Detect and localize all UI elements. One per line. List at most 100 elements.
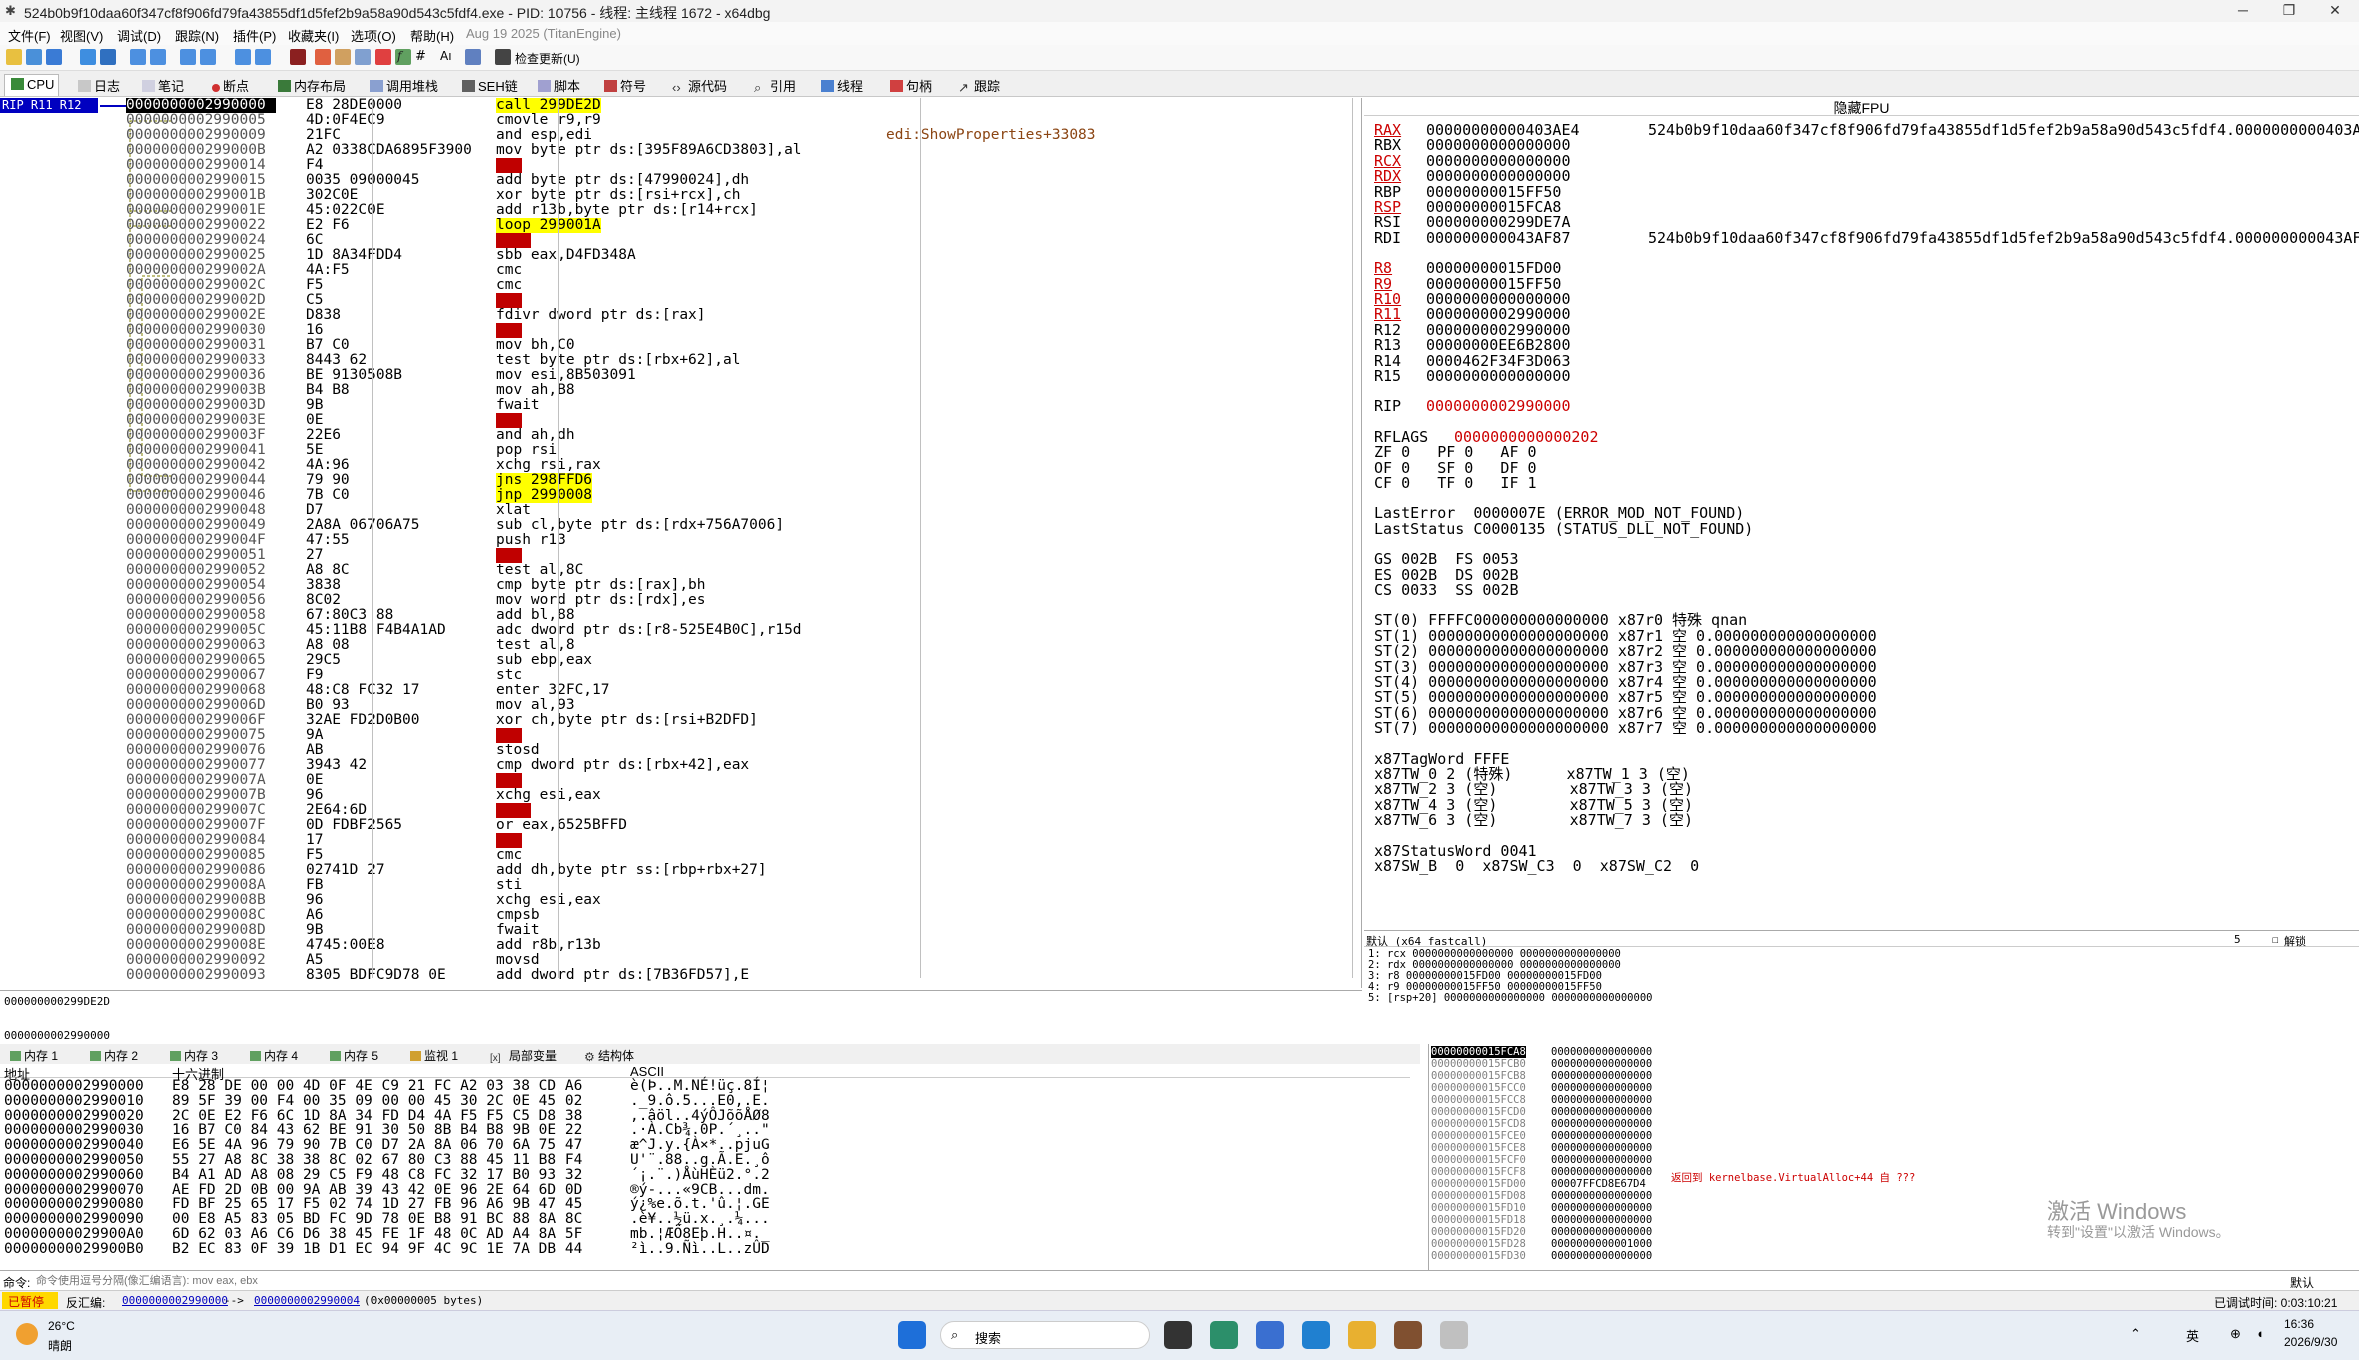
tab-handles[interactable]: 句柄 — [884, 74, 936, 96]
check-update-icon[interactable] — [495, 49, 511, 65]
explorer-icon[interactable] — [1348, 1321, 1376, 1349]
comments-icon[interactable] — [335, 49, 351, 65]
register-rsi[interactable]: RSI 000000000299DE7A — [1374, 214, 1648, 230]
input-lang[interactable]: 英 — [2186, 1326, 2199, 1345]
callconv-arg[interactable]: 5: [rsp+20] 0000000000000000 00000000000… — [1368, 993, 1652, 1004]
hide-fpu-toggle[interactable]: 隐藏FPU — [1364, 98, 2359, 116]
font-icon[interactable]: Aı — [440, 49, 456, 65]
register-r11[interactable]: R11 0000000002990000 — [1374, 306, 1648, 322]
stack-row[interactable]: 00000000015FD08 0000000000000000 — [1431, 1190, 1831, 1202]
call-convention-select[interactable]: 默认 (x64 fastcall) — [1366, 933, 1487, 949]
fpu-register[interactable]: ST(2) 00000000000000000000 x87r2 空 0.000… — [1374, 643, 1877, 659]
disassembly-view[interactable]: 0000000002990000 E8 28DE0000 call 299DE2D 0… — [126, 98, 1356, 983]
tab-seh[interactable]: SEH链 — [456, 74, 522, 96]
dump-row[interactable]: 0000000002990060 B4 A1 AD A8 08 29 C5 F9 … — [0, 1167, 1400, 1183]
check-update-button[interactable]: 检查更新(U) — [515, 50, 580, 67]
tab-call-stack[interactable]: 调用堆栈 — [364, 74, 442, 96]
register-rdi[interactable]: RDI 000000000043AF87 524b0b9f10daa60f347cf… — [1374, 230, 2359, 246]
stack-row[interactable]: 00000000015FCF0 0000000000000000 — [1431, 1154, 1831, 1166]
functions-icon[interactable]: f — [395, 49, 411, 65]
weather-icon[interactable] — [16, 1323, 38, 1345]
stack-row[interactable]: 00000000015FCC0 0000000000000000 — [1431, 1082, 1831, 1094]
tab-notes[interactable]: 笔记 — [136, 74, 188, 96]
tab-symbols[interactable]: 符号 — [598, 74, 650, 96]
tab-memory-4[interactable]: 内存 4 — [244, 1045, 302, 1063]
menu-help[interactable]: 帮助(H) — [410, 26, 454, 45]
stack-row[interactable]: 00000000015FCB0 0000000000000000 — [1431, 1058, 1831, 1070]
close-debuggee-icon[interactable] — [46, 49, 62, 65]
rip-register[interactable]: RIP 0000000002990000 — [1374, 398, 1648, 414]
app2-icon[interactable] — [1394, 1321, 1422, 1349]
register-rdx[interactable]: RDX 0000000000000000 — [1374, 168, 1648, 184]
flag-line[interactable]: CF 0 TF 0 IF 1 — [1374, 475, 1537, 491]
minimize-button[interactable]: ─ — [2220, 0, 2266, 22]
restart-icon[interactable] — [26, 49, 42, 65]
tab-struct[interactable]: ⚙ 结构体 — [578, 1045, 638, 1064]
menu-options[interactable]: 选项(O) — [351, 26, 396, 45]
tab-memory-1[interactable]: 内存 1 — [4, 1045, 62, 1063]
trace-over-icon[interactable] — [255, 49, 271, 65]
tab-memory-3[interactable]: 内存 3 — [164, 1045, 222, 1063]
tab-source[interactable]: ‹› 源代码 — [666, 74, 731, 96]
menu-file[interactable]: 文件(F) — [8, 26, 51, 45]
fpu-register[interactable]: ST(0) FFFFC000000000000000 x87r0 特殊 qnan — [1374, 612, 1747, 628]
register-r15[interactable]: R15 0000000000000000 — [1374, 368, 1648, 384]
status-link-end[interactable]: 0000000002990004 — [254, 1294, 360, 1307]
dump-row[interactable]: 00000000029900A0 6D 62 03 A6 C6 D6 38 45 … — [0, 1227, 1400, 1242]
arg-count-spinner[interactable]: 5 — [2234, 933, 2241, 946]
task-view-icon[interactable] — [1164, 1321, 1192, 1349]
close-button[interactable]: ✕ — [2312, 0, 2358, 22]
volume-icon[interactable]: ◖ — [2256, 1326, 2264, 1341]
tab-log[interactable]: 日志 — [72, 74, 124, 96]
scylla-icon[interactable] — [290, 49, 306, 65]
menu-favorites[interactable]: 收藏夹(I) — [288, 26, 339, 45]
stack-row[interactable]: 00000000015FD30 0000000000000000 — [1431, 1250, 1831, 1262]
menu-plugins[interactable]: 插件(P) — [233, 26, 276, 45]
tab-memory-5[interactable]: 内存 5 — [324, 1045, 382, 1063]
register-r13[interactable]: R13 00000000EE6B2800 — [1374, 337, 1648, 353]
fpu-register[interactable]: ST(5) 00000000000000000000 x87r5 空 0.000… — [1374, 689, 1877, 705]
app-icon[interactable] — [1256, 1321, 1284, 1349]
stack-row[interactable]: 00000000015FCE8 0000000000000000 — [1431, 1142, 1831, 1154]
status-link-start[interactable]: 0000000002990000 — [122, 1294, 228, 1307]
dump-row[interactable]: 0000000002990010 89 5F 39 00 F4 00 35 09 … — [0, 1093, 1400, 1109]
tab-trace[interactable]: ↗ 跟踪 — [952, 74, 1004, 96]
tab-references[interactable]: ⌕ 引用 — [748, 74, 800, 96]
run-to-user-icon[interactable] — [180, 49, 196, 65]
tab-cpu[interactable]: CPU — [4, 74, 60, 96]
register-rbx[interactable]: RBX 0000000000000000 — [1374, 137, 1648, 153]
stack-row[interactable]: 00000000015FCE0 0000000000000000 — [1431, 1130, 1831, 1142]
tab-memory-map[interactable]: 内存布局 — [272, 74, 350, 96]
tray-chevron-icon[interactable]: ⌃ — [2130, 1326, 2141, 1342]
stack-row[interactable]: 00000000015FCC8 0000000000000000 — [1431, 1094, 1831, 1106]
step-into-icon[interactable] — [130, 49, 146, 65]
step-over-icon[interactable] — [150, 49, 166, 65]
menu-debug[interactable]: 调试(D) — [117, 26, 161, 45]
hash-icon[interactable]: # — [415, 49, 431, 65]
last-error[interactable]: LastError 0000007E (ERROR_MOD_NOT_FOUND) — [1374, 505, 1744, 521]
trace-into-icon[interactable] — [235, 49, 251, 65]
menu-trace[interactable]: 跟踪(N) — [175, 26, 219, 45]
segment-line[interactable]: CS 0033 SS 002B — [1374, 582, 1519, 598]
run-icon[interactable] — [80, 49, 96, 65]
bookmarks-icon[interactable] — [375, 49, 391, 65]
taskbar-search[interactable]: ⌕ 搜索 — [940, 1321, 1150, 1349]
stack-row[interactable]: 00000000015FD28 0000000000001000 — [1431, 1238, 1831, 1250]
stack-row[interactable]: 00000000015FD10 0000000000000000 — [1431, 1202, 1831, 1214]
flag-line[interactable]: ZF 0 PF 0 AF 0 — [1374, 444, 1537, 460]
dump-row[interactable]: 0000000002990000 E8 28 DE 00 00 4D 0F 4E … — [0, 1079, 1400, 1094]
dump-row[interactable]: 0000000002990050 55 27 A8 8C 38 38 8C 02 … — [0, 1153, 1400, 1168]
stack-row[interactable]: 00000000015FCB8 0000000000000000 — [1431, 1070, 1831, 1082]
menu-view[interactable]: 视图(V) — [60, 26, 103, 45]
tab-watch-1[interactable]: 监视 1 — [404, 1045, 462, 1063]
tab-locals[interactable]: [x] 局部变量 — [484, 1045, 561, 1064]
stack-row[interactable]: 00000000015FD18 0000000000000000 — [1431, 1214, 1831, 1226]
maximize-button[interactable]: ❐ — [2266, 0, 2312, 22]
fpu-statusword[interactable]: x87SW_B 0 x87SW_C3 0 x87SW_C2 0 — [1374, 858, 1699, 874]
command-mode-select[interactable]: 默认 — [2290, 1274, 2314, 1291]
patch-icon[interactable] — [315, 49, 331, 65]
tab-memory-2[interactable]: 内存 2 — [84, 1045, 142, 1063]
memory-dump[interactable]: 地址 十六进制 ASCII 0000000002990000 E8 28 DE 0… — [0, 1064, 1418, 1270]
run-till-return-icon[interactable] — [200, 49, 216, 65]
store-icon[interactable] — [1302, 1321, 1330, 1349]
